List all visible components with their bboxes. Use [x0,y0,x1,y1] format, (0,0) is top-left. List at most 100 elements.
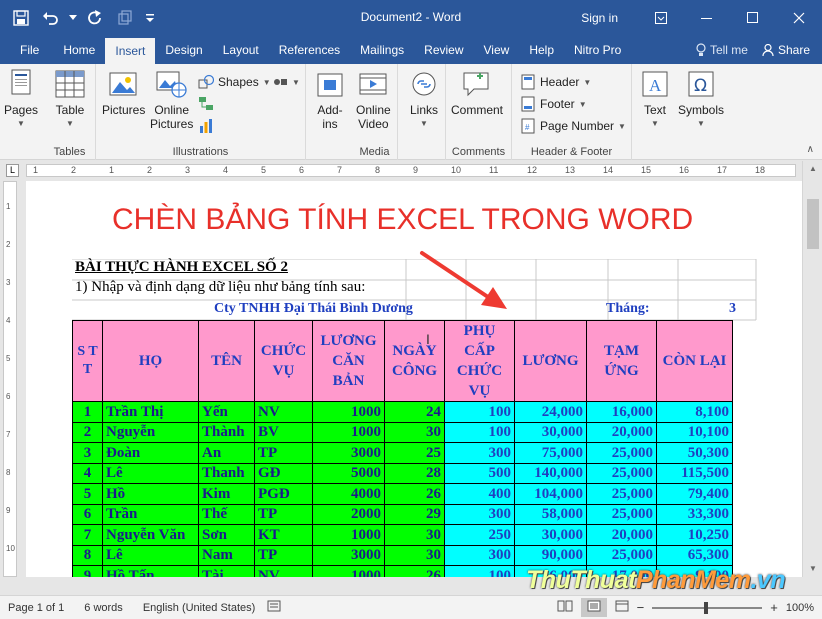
pictures-button[interactable]: Pictures [102,68,145,117]
tab-selector[interactable]: L [6,164,19,177]
symbols-button[interactable]: Ω Symbols ▼ [678,68,724,131]
online-video-button[interactable]: Online Video [356,68,391,131]
table-cell[interactable]: Trần [102,503,199,525]
read-mode-icon[interactable] [557,600,573,615]
links-button[interactable]: Links ▼ [408,68,440,131]
zoom-level[interactable]: 100% [786,602,814,614]
table-cell[interactable]: 25 [384,442,445,464]
collapse-ribbon-icon[interactable]: ∧ [807,144,814,155]
table-cell[interactable]: Yến [198,401,255,423]
salary-table[interactable]: S T T HỌ TÊN CHỨC VỤ LƯƠNG CĂN BẢN NGÀY … [72,320,733,577]
tell-me-search[interactable]: Tell me [688,43,756,57]
word-count[interactable]: 6 words [84,602,123,614]
tab-view[interactable]: View [474,36,520,64]
table-cell[interactable]: 24,000 [514,401,587,423]
table-cell[interactable]: 58,000 [514,503,587,525]
table-cell[interactable]: 30 [384,421,445,443]
table-cell[interactable]: Thành [198,421,255,443]
zoom-in-icon[interactable]: + [770,600,778,615]
document-page[interactable]: CHÈN BẢNG TÍNH EXCEL TRONG WORD BÀI THỰC… [26,181,802,577]
table-cell[interactable]: 100 [444,401,515,423]
undo-icon[interactable] [38,5,64,31]
table-cell[interactable]: 8,100 [656,401,733,423]
header-button[interactable]: Header ▼ [520,72,591,92]
tab-references[interactable]: References [269,36,350,64]
table-cell[interactable]: 2 [72,421,103,443]
scrollbar-thumb[interactable] [807,199,819,249]
scroll-down-icon[interactable]: ▼ [803,561,822,577]
table-cell[interactable]: Kim [198,483,255,505]
save-icon[interactable] [8,5,34,31]
table-cell[interactable]: 500 [444,462,515,484]
table-cell[interactable]: 250 [444,524,515,546]
table-cell[interactable]: 300 [444,442,515,464]
print-layout-icon[interactable] [580,598,607,617]
table-cell[interactable]: 140,000 [514,462,587,484]
table-cell[interactable]: KT [254,524,313,546]
zoom-slider[interactable] [652,601,763,614]
table-cell[interactable]: 104,000 [514,483,587,505]
table-cell[interactable]: Nguyễn Văn [102,524,199,546]
table-cell[interactable]: BV [254,421,313,443]
online-pictures-button[interactable]: Online Pictures [150,68,193,131]
table-cell[interactable]: 30,000 [514,524,587,546]
table-cell[interactable]: 65,300 [656,544,733,566]
table-cell[interactable]: GĐ [254,462,313,484]
table-cell[interactable]: Đoàn [102,442,199,464]
share-button[interactable]: Share [756,43,822,57]
close-icon[interactable] [776,0,822,36]
table-cell[interactable]: 3000 [312,442,385,464]
web-layout-icon[interactable] [615,600,629,615]
table-cell[interactable]: 2000 [312,503,385,525]
tab-design[interactable]: Design [155,36,212,64]
sign-in-link[interactable]: Sign in [581,11,618,25]
table-cell[interactable]: Thanh [198,462,255,484]
table-cell[interactable]: 10,100 [656,421,733,443]
table-cell[interactable]: Hồ Tấn [102,565,199,577]
table-cell[interactable]: 8 [72,544,103,566]
chart-button[interactable] [198,116,214,136]
table-cell[interactable]: 20,000 [586,524,657,546]
table-row[interactable]: 5 Hồ Kim PGĐ 4000 26 400 104,000 25,000 79,400 [72,483,733,505]
table-cell[interactable]: Hồ [102,483,199,505]
table-cell[interactable]: 25,000 [586,483,657,505]
language-status[interactable]: English (United States) [143,602,256,614]
text-button[interactable]: A Text ▼ [639,68,671,131]
table-cell[interactable]: 1000 [312,524,385,546]
tab-mailings[interactable]: Mailings [350,36,414,64]
page-count[interactable]: Page 1 of 1 [8,602,64,614]
table-cell[interactable]: 10,250 [656,524,733,546]
table-cell[interactable]: 9 [72,565,103,577]
table-cell[interactable]: 25,000 [586,544,657,566]
table-cell[interactable]: 400 [444,483,515,505]
footer-button[interactable]: Footer ▼ [520,94,587,114]
table-cell[interactable]: Lê [102,544,199,566]
smartart-button[interactable] [198,94,214,114]
table-cell[interactable]: 4000 [312,483,385,505]
comment-button[interactable]: Comment [451,68,503,117]
table-cell[interactable]: 3 [72,442,103,464]
table-cell[interactable]: 300 [444,544,515,566]
tab-layout[interactable]: Layout [213,36,269,64]
table-cell[interactable]: 50,300 [656,442,733,464]
table-button[interactable]: Table ▼ [54,68,86,131]
page-number-button[interactable]: # Page Number ▼ [520,116,626,136]
table-cell[interactable]: 4 [72,462,103,484]
table-cell[interactable]: 90,000 [514,544,587,566]
table-cell[interactable]: NV [254,565,313,577]
table-cell[interactable]: PGĐ [254,483,313,505]
table-cell[interactable]: 30 [384,524,445,546]
table-cell[interactable]: 7 [72,524,103,546]
table-cell[interactable]: An [198,442,255,464]
table-cell[interactable]: 24 [384,401,445,423]
table-row[interactable]: 1 Trần Thị Yến NV 1000 24 100 24,000 16,000 8,100 [72,401,733,423]
tab-insert[interactable]: Insert [105,38,156,64]
macro-record-icon[interactable] [267,600,281,615]
customize-toolbar-icon[interactable] [142,5,158,31]
maximize-icon[interactable] [730,0,776,36]
undo-dropdown-icon[interactable] [68,5,78,31]
zoom-slider-knob[interactable] [704,601,709,614]
table-row[interactable]: 6 Trần Thế TP 2000 29 300 58,000 25,000 33,300 [72,503,733,525]
shapes-button[interactable]: Shapes ▼ [198,72,271,92]
table-cell[interactable]: 6 [72,503,103,525]
